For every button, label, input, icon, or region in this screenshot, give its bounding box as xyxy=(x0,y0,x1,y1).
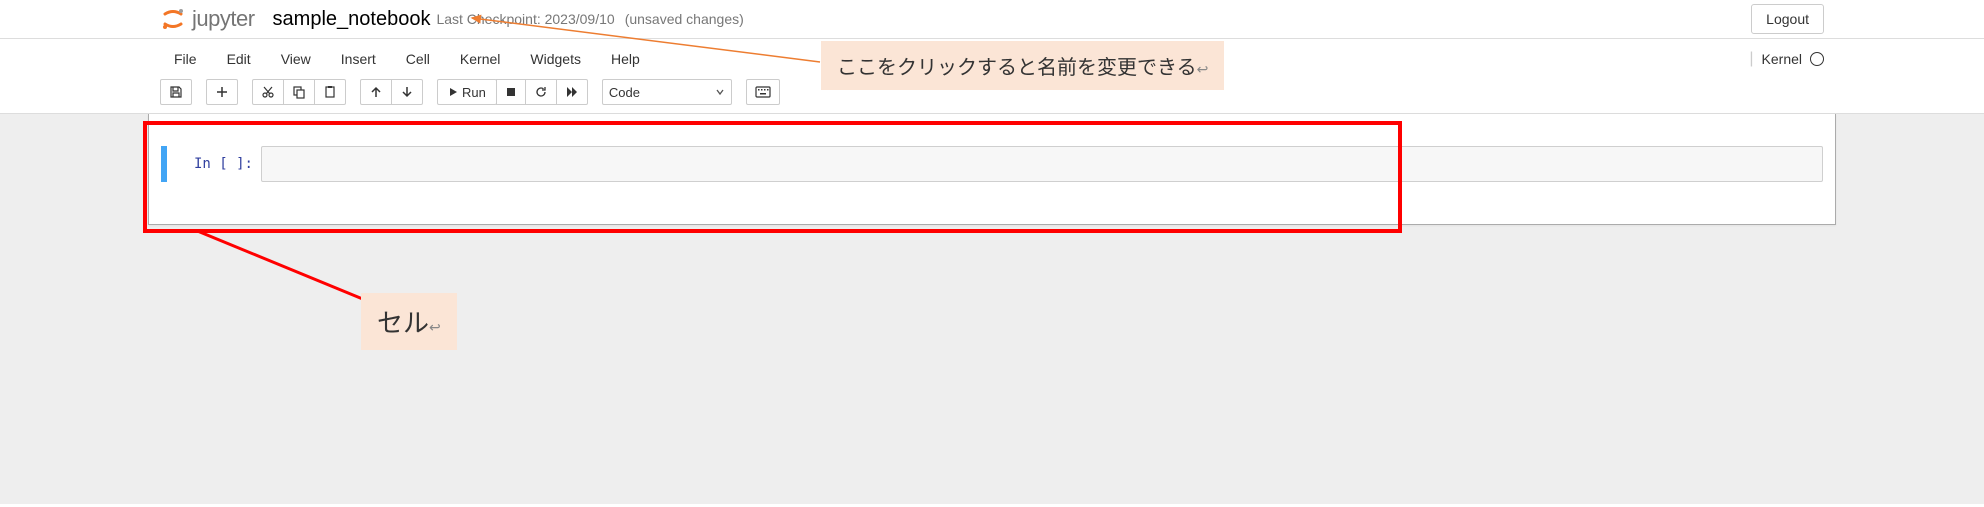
arrow-up-icon xyxy=(369,85,383,99)
keyboard-icon xyxy=(755,86,771,98)
logout-button[interactable]: Logout xyxy=(1751,4,1824,34)
jupyter-logo-icon xyxy=(160,6,186,32)
arrow-down-icon xyxy=(400,85,414,99)
run-button[interactable]: Run xyxy=(437,79,497,105)
move-group xyxy=(360,79,423,105)
paste-button[interactable] xyxy=(314,79,346,105)
menu-kernel[interactable]: Kernel xyxy=(446,43,514,75)
save-button[interactable] xyxy=(160,79,192,105)
restart-button[interactable] xyxy=(525,79,557,105)
notebook-area: In [ ]: xyxy=(0,114,1984,504)
return-icon-2: ↩ xyxy=(429,319,441,335)
play-icon xyxy=(448,87,458,97)
code-cell[interactable]: In [ ]: xyxy=(161,146,1823,182)
copy-button[interactable] xyxy=(283,79,315,105)
kernel-status-icon xyxy=(1810,52,1824,66)
cell-marker xyxy=(161,146,167,182)
menu-cell[interactable]: Cell xyxy=(392,43,444,75)
cell-type-select[interactable]: Code xyxy=(602,79,732,105)
save-icon xyxy=(169,85,183,99)
header: jupyter sample_notebook Last Checkpoint:… xyxy=(0,0,1984,38)
notebook-name[interactable]: sample_notebook xyxy=(273,8,431,31)
command-palette-button[interactable] xyxy=(746,79,780,105)
checkpoint-text: Last Checkpoint: 2023/09/10 xyxy=(436,11,614,27)
menu-items: File Edit View Insert Cell Kernel Widget… xyxy=(160,43,654,75)
copy-icon xyxy=(292,85,306,99)
run-label: Run xyxy=(462,85,486,100)
kernel-indicator: | Kernel xyxy=(1749,50,1824,68)
menu-edit[interactable]: Edit xyxy=(213,43,265,75)
menu-file[interactable]: File xyxy=(160,43,211,75)
paste-icon xyxy=(323,85,337,99)
run-group: Run xyxy=(437,79,588,105)
cell-label-text: セル xyxy=(377,308,429,338)
cell-container: In [ ]: xyxy=(148,114,1836,225)
return-icon: ↩ xyxy=(1197,61,1209,77)
name-hint-text: ここをクリックすると名前を変更できる xyxy=(837,57,1197,79)
menu-insert[interactable]: Insert xyxy=(327,43,390,75)
fast-forward-icon xyxy=(565,85,579,99)
jupyter-logo[interactable]: jupyter xyxy=(160,6,255,32)
chevron-down-icon xyxy=(715,87,725,97)
add-cell-button[interactable] xyxy=(206,79,238,105)
interrupt-button[interactable] xyxy=(496,79,526,105)
edit-group xyxy=(252,79,346,105)
cell-label-annotation: セル↩ xyxy=(361,293,457,350)
jupyter-logo-text: jupyter xyxy=(192,6,255,32)
cell-prompt: In [ ]: xyxy=(171,146,261,182)
cut-icon xyxy=(261,85,275,99)
move-down-button[interactable] xyxy=(391,79,423,105)
menu-help[interactable]: Help xyxy=(597,43,654,75)
cell-input[interactable] xyxy=(261,146,1823,182)
plus-icon xyxy=(215,85,229,99)
menu-widgets[interactable]: Widgets xyxy=(516,43,595,75)
kernel-label: Kernel xyxy=(1762,51,1802,67)
restart-icon xyxy=(534,85,548,99)
move-up-button[interactable] xyxy=(360,79,392,105)
name-hint-annotation: ここをクリックすると名前を変更できる↩ xyxy=(821,41,1224,90)
menu-view[interactable]: View xyxy=(267,43,325,75)
unsaved-text: (unsaved changes) xyxy=(625,11,744,27)
kernel-pipe: | xyxy=(1749,50,1753,68)
cell-type-value: Code xyxy=(609,85,640,100)
cut-button[interactable] xyxy=(252,79,284,105)
run-all-button[interactable] xyxy=(556,79,588,105)
stop-icon xyxy=(505,86,517,98)
